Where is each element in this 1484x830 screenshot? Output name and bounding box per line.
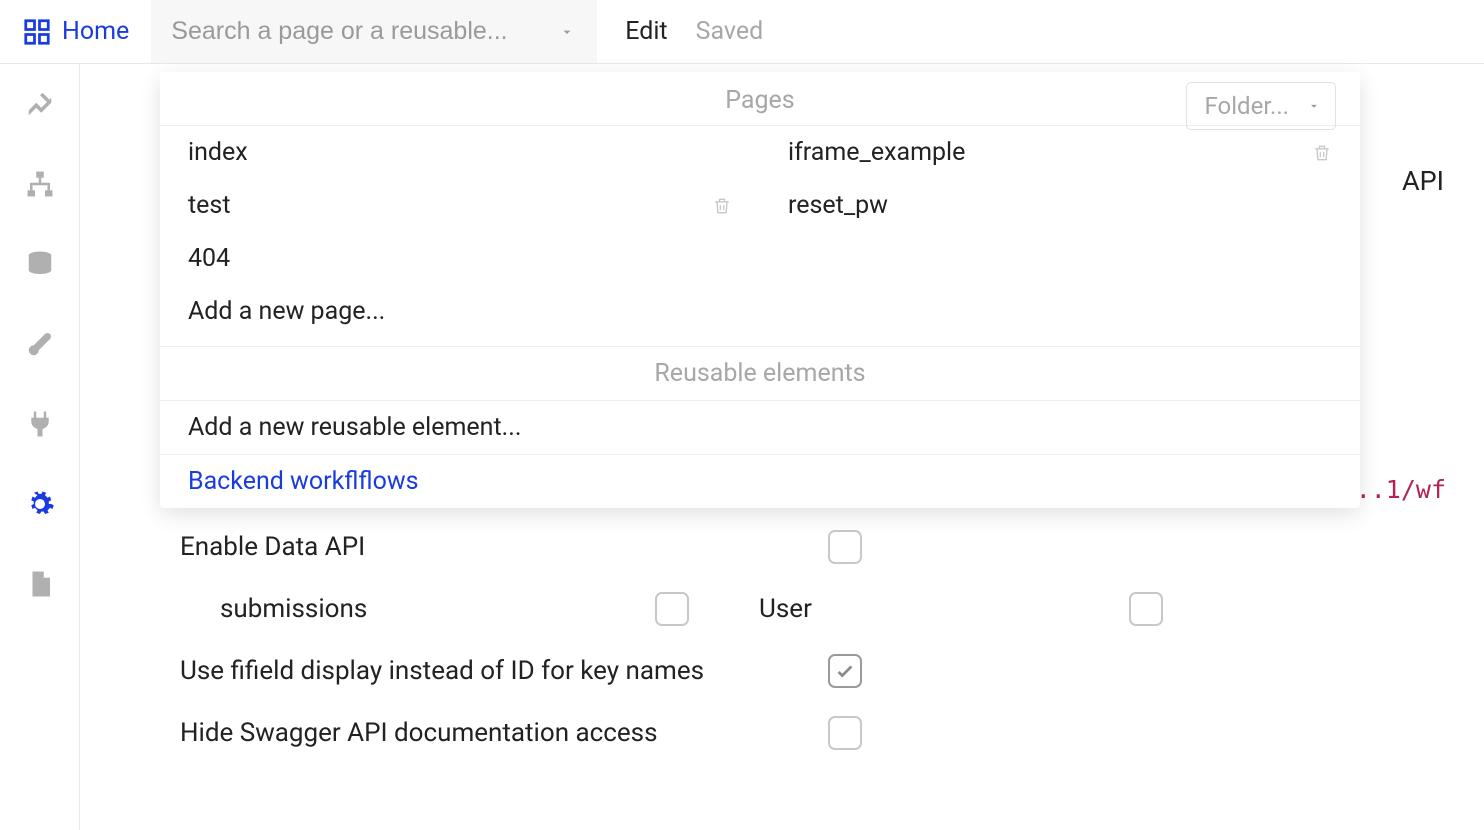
folder-select[interactable]: Folder... [1186, 82, 1336, 130]
add-reusable-row[interactable]: Add a new reusable element... [160, 401, 1360, 455]
reusable-header: Reusable elements [160, 346, 1360, 401]
sidebar-item-design[interactable] [22, 86, 58, 122]
chevron-down-icon [1307, 99, 1321, 113]
pages-col-right: iframe_example reset_pw [760, 126, 1360, 338]
page-dropdown: Pages Folder... index test 404 Add a ne [160, 72, 1360, 508]
pages-grid: index test 404 Add a new page... iframe_… [160, 126, 1360, 338]
home-icon [22, 17, 52, 47]
sitemap-icon [25, 169, 55, 199]
api-tab-label[interactable]: API [1402, 165, 1444, 197]
sidebar-item-settings[interactable] [22, 486, 58, 522]
page-item-iframe-example[interactable]: iframe_example [760, 126, 1360, 179]
pages-header-label: Pages [725, 86, 794, 115]
search-wrap [151, 0, 597, 63]
edit-label[interactable]: Edit [597, 17, 695, 46]
trash-icon[interactable] [712, 196, 732, 216]
gear-icon [25, 489, 55, 519]
topbar: Home Edit Saved [0, 0, 1484, 64]
dropdown-pages-header: Pages Folder... [160, 72, 1360, 126]
page-label: 404 [188, 244, 230, 273]
add-reusable-label: Add a new reusable element... [188, 413, 521, 442]
plug-icon [25, 409, 55, 439]
row-data-types: submissions User [180, 592, 1444, 626]
submissions-checkbox[interactable] [655, 592, 689, 626]
sidebar-item-data[interactable] [22, 246, 58, 282]
sidebar-item-logs[interactable] [22, 566, 58, 602]
folder-placeholder: Folder... [1205, 92, 1289, 120]
design-icon [25, 89, 55, 119]
trash-icon[interactable] [1312, 143, 1332, 163]
page-item-test[interactable]: test [160, 179, 760, 232]
sidebar [0, 64, 80, 830]
user-label: User [759, 594, 1129, 624]
hide-swagger-checkbox[interactable] [828, 716, 862, 750]
sidebar-item-workflow[interactable] [22, 166, 58, 202]
add-page-label: Add a new page... [188, 297, 385, 326]
user-checkbox[interactable] [1129, 592, 1163, 626]
row-enable-data-api: Enable Data API [180, 530, 1444, 564]
settings-panel: Enable Data API submissions User Use fif… [180, 530, 1444, 778]
use-field-checkbox[interactable] [828, 654, 862, 688]
brush-icon [25, 329, 55, 359]
submissions-label: submissions [220, 594, 655, 624]
search-input[interactable] [171, 17, 577, 46]
page-label: index [188, 138, 248, 167]
use-field-label: Use fifield display instead of ID for ke… [180, 656, 828, 686]
page-item-404[interactable]: 404 [160, 232, 760, 285]
page-item-reset-pw[interactable]: reset_pw [760, 179, 1360, 232]
backend-workflows-label: Backend workflflows [188, 467, 419, 496]
file-icon [25, 569, 55, 599]
add-page-row[interactable]: Add a new page... [160, 285, 760, 338]
page-label: iframe_example [788, 138, 965, 167]
pages-col-left: index test 404 Add a new page... [160, 126, 760, 338]
page-label: test [188, 191, 231, 220]
page-item-index[interactable]: index [160, 126, 760, 179]
backend-workflows-link[interactable]: Backend workflflows [160, 455, 1360, 508]
row-use-field-display: Use fifield display instead of ID for ke… [180, 654, 1444, 688]
database-icon [25, 249, 55, 279]
home-label: Home [62, 17, 129, 46]
sidebar-item-styles[interactable] [22, 326, 58, 362]
enable-data-checkbox[interactable] [828, 530, 862, 564]
hide-swagger-label: Hide Swagger API documentation access [180, 718, 828, 748]
home-button[interactable]: Home [0, 0, 151, 63]
enable-data-label: Enable Data API [180, 532, 828, 562]
row-hide-swagger: Hide Swagger API documentation access [180, 716, 1444, 750]
sidebar-item-plugins[interactable] [22, 406, 58, 442]
saved-label: Saved [696, 17, 764, 46]
chevron-down-icon[interactable] [559, 24, 575, 40]
page-label: reset_pw [788, 191, 888, 220]
wf-url-fragment: ..1/wf [1356, 475, 1446, 504]
